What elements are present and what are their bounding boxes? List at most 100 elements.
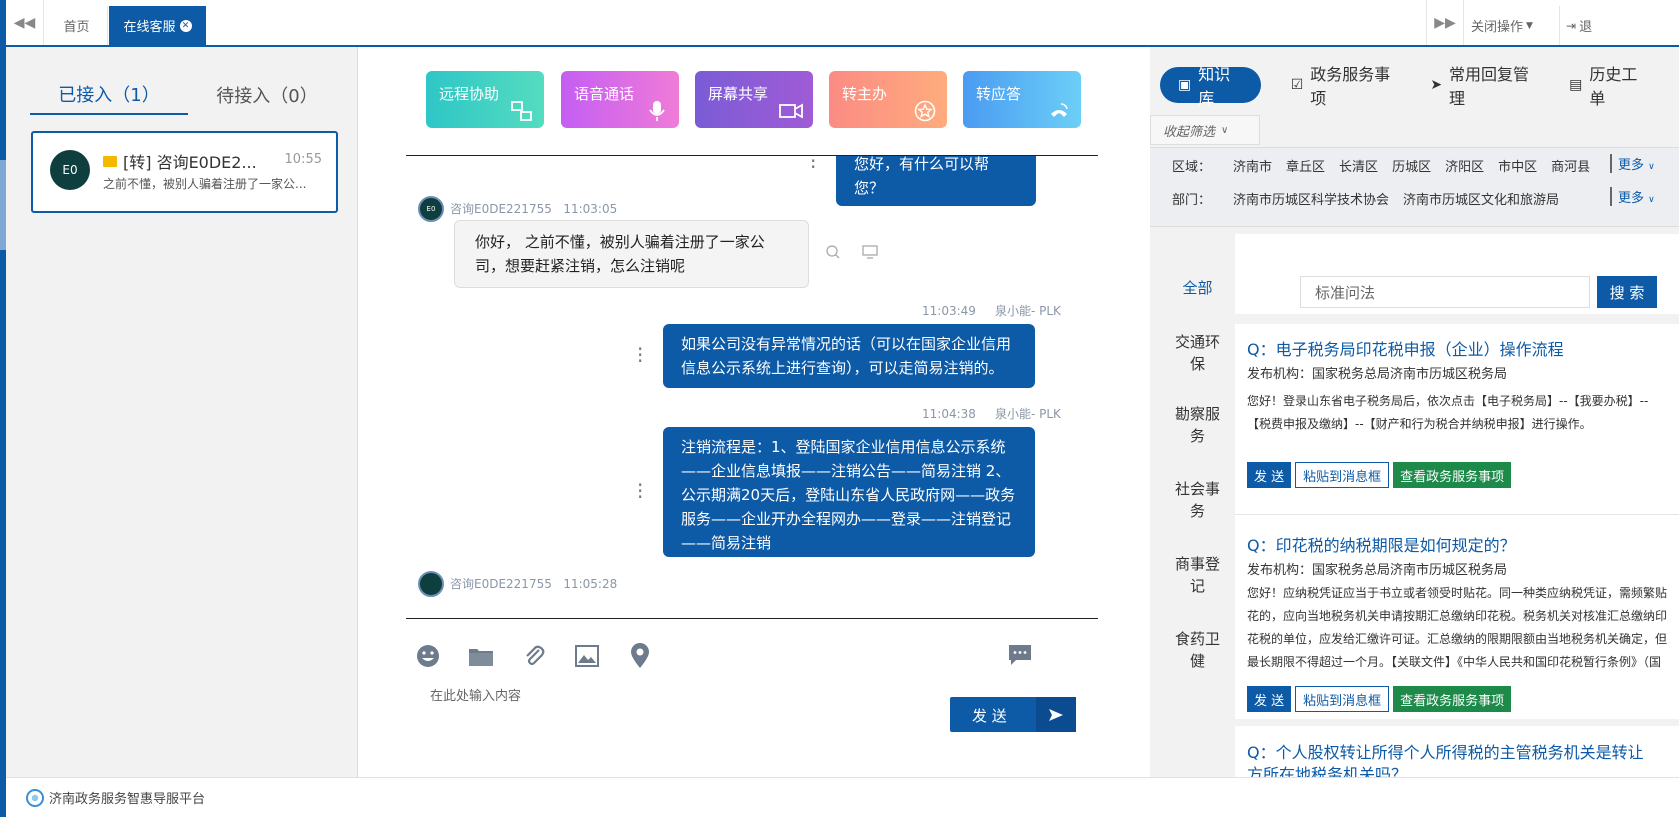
card-question[interactable]: Q：个人股权转让所得个人所得税的主管税务机关是转让方所在地税务机关吗？	[1247, 742, 1657, 777]
category-item[interactable]: 社会事务	[1160, 478, 1235, 522]
avatar: E0	[418, 196, 444, 222]
message-time: 11:03:05	[563, 202, 618, 216]
tab-online-service[interactable]: 在线客服 ✕	[109, 6, 206, 45]
send-arrow-icon	[1036, 697, 1076, 732]
dept-option[interactable]: 济南市历城区科学技术协会	[1233, 189, 1389, 208]
category-all[interactable]: 全部	[1160, 277, 1235, 299]
tab-knowledge-base-label: 知识库	[1198, 65, 1231, 108]
remote-assist-button[interactable]: 远程协助	[426, 71, 544, 128]
tab-connected[interactable]: 已接入（1）	[30, 75, 188, 115]
message-menu-icon[interactable]: · ·	[810, 156, 816, 177]
search-input[interactable]: 标准问法	[1300, 276, 1590, 308]
exit-label: 退	[1579, 20, 1593, 35]
send-button[interactable]: 发 送	[950, 697, 1076, 732]
paste-to-input-button[interactable]: 粘贴到消息框	[1295, 462, 1390, 488]
knowledge-results[interactable]: Q：电子税务局印花税申报（企业）操作流程 发布机构：国家税务总局济南市历城区税务…	[1235, 314, 1679, 777]
tab-service-items[interactable]: ☑ 政务服务事项	[1291, 65, 1401, 108]
phone-transfer-icon	[1047, 100, 1071, 122]
transfer-answer-button[interactable]: 转应答	[963, 71, 1081, 128]
close-ops-label: 关闭操作	[1471, 20, 1524, 35]
message-time: 11:03:49	[922, 304, 976, 318]
collapse-filter-button[interactable]: 收起筛选 ∨	[1150, 115, 1260, 145]
view-service-item-button[interactable]: 查看政务服务事项	[1393, 462, 1512, 488]
search-button[interactable]: 搜 索	[1597, 276, 1657, 308]
platform-logo-icon	[26, 788, 44, 807]
remote-assist-label: 远程协助	[439, 85, 500, 103]
message-sender: 11:03:49 泉小能- PLK	[922, 302, 1061, 319]
message-input-placeholder: 在此处输入内容	[430, 689, 522, 704]
region-option[interactable]: 济阳区	[1445, 156, 1484, 175]
image-icon[interactable]	[573, 642, 601, 670]
tab-close-icon[interactable]: ✕	[179, 19, 192, 32]
view-service-item-button[interactable]: 查看政务服务事项	[1393, 686, 1512, 712]
video-camera-icon	[779, 100, 803, 122]
card-send-label: 发 送	[1254, 693, 1285, 709]
microphone-icon	[645, 100, 669, 122]
category-item[interactable]: 勘察服务	[1160, 403, 1235, 447]
folder-icon[interactable]	[467, 642, 495, 670]
message-time: 11:04:38	[922, 407, 976, 421]
card-send-button[interactable]: 发 送	[1247, 686, 1292, 712]
region-option[interactable]: 市中区	[1498, 156, 1537, 175]
dept-more-label: 更多	[1618, 191, 1645, 206]
message-list[interactable]: · · 您好，有什么可以帮您？ E0 咨询E0DE221755 11:03:05 …	[406, 155, 1098, 619]
exit-button[interactable]: ⇥ 退	[1559, 6, 1592, 45]
chat-panel: 远程协助 语音通话 屏幕共享 转主办 转应答 · · 您好，有什么可以帮您？ E0…	[358, 47, 1150, 777]
message-input[interactable]: 在此处输入内容	[430, 685, 521, 704]
monitor-icon[interactable]	[862, 244, 878, 263]
message-bubble-agent: 如果公司没有异常情况的话（可以在国家企业信用信息公示系统上进行查询），可以走简易…	[663, 324, 1035, 388]
attachment-icon[interactable]	[520, 642, 548, 670]
tab-common-replies-label: 常用回复管理	[1449, 65, 1530, 108]
tab-home[interactable]: 首页	[46, 6, 108, 45]
card-send-button[interactable]: 发 送	[1247, 462, 1292, 488]
search-input-placeholder: 标准问法	[1315, 284, 1376, 302]
message-bubble-agent: 注销流程是：1、登陆国家企业信用信息公示系统——企业信息填报——注销公告——简易…	[663, 427, 1035, 557]
tab-history-orders[interactable]: ▤ 历史工单	[1569, 65, 1649, 108]
tab-waiting[interactable]: 待接入（0）	[188, 75, 346, 115]
message-sender: 咨询E0DE221755 11:05:28	[450, 575, 617, 592]
tab-home-label: 首页	[63, 20, 90, 35]
category-item[interactable]: 商事登记	[1160, 553, 1235, 597]
tab-scroll-left-icon[interactable]: ◀◀	[6, 0, 44, 45]
card-question[interactable]: Q：电子税务局印花税申报（企业）操作流程	[1247, 336, 1667, 360]
message-time: 11:05:28	[563, 577, 618, 591]
voice-call-button[interactable]: 语音通话	[561, 71, 679, 128]
tab-common-replies[interactable]: ➤ 常用回复管理	[1430, 65, 1539, 108]
region-option[interactable]: 章丘区	[1286, 156, 1325, 175]
card-question[interactable]: Q：印花税的纳税期限是如何规定的？	[1247, 532, 1667, 556]
search-icon[interactable]	[826, 244, 840, 263]
region-option[interactable]: 长清区	[1339, 156, 1378, 175]
card-answer: 您好！登录山东省电子税务局后，依次点击【电子税务局】--【我要办税】--【税费申…	[1247, 394, 1649, 431]
tab-scroll-right-icon[interactable]: ▶▶	[1426, 0, 1464, 45]
region-more-button[interactable]: 更多 ∨	[1610, 154, 1655, 173]
category-item[interactable]: 交通环保	[1160, 331, 1235, 375]
remote-assist-icon	[510, 100, 534, 122]
tab-service-items-label: 政务服务事项	[1310, 65, 1391, 108]
paste-to-input-button[interactable]: 粘贴到消息框	[1295, 686, 1390, 712]
quick-reply-icon[interactable]	[1008, 644, 1032, 670]
message-menu-icon[interactable]: · · ·	[637, 339, 643, 371]
category-item[interactable]: 食药卫健	[1160, 628, 1235, 672]
chevron-down-icon: ∨	[1648, 195, 1655, 205]
close-ops-dropdown[interactable]: 关闭操作 ▼	[1471, 6, 1533, 45]
transfer-host-button[interactable]: 转主办	[829, 71, 947, 128]
tab-knowledge-base[interactable]: ▣ 知识库	[1160, 65, 1261, 108]
card-publisher: 发布机构：国家税务总局济南市历城区税务局	[1247, 563, 1508, 578]
dept-option[interactable]: 济南市历城区文化和旅游局	[1403, 189, 1559, 208]
location-icon[interactable]	[626, 642, 654, 670]
dept-more-button[interactable]: 更多 ∨	[1610, 187, 1655, 206]
knowledge-panel: ▣ 知识库 ☑ 政务服务事项 ➤ 常用回复管理 ▤ 历史工单 收起筛选 ∨ 区域： 济南市…	[1150, 47, 1679, 777]
session-item[interactable]: E0 [转] 咨询E0DE2... 10:55 之前不懂，被别人骗着注册了一家公…	[31, 131, 338, 213]
region-option[interactable]: 商河县	[1551, 156, 1590, 175]
region-option[interactable]: 历城区	[1392, 156, 1431, 175]
avatar	[418, 571, 444, 597]
knowledge-card: Q：印花税的纳税期限是如何规定的？ 发布机构：国家税务总局济南市历城区税务局 您…	[1235, 514, 1679, 719]
message-menu-icon[interactable]: · · ·	[637, 475, 643, 507]
tab-bar: ◀◀ 首页 在线客服 ✕ ▶▶ 关闭操作 ▼ ⇥ 退	[6, 0, 1679, 47]
screen-share-button[interactable]: 屏幕共享	[695, 71, 813, 128]
chevron-down-icon: ∨	[1221, 124, 1229, 136]
platform-name: 济南政务服务智惠导服平台	[49, 792, 206, 807]
region-option[interactable]: 济南市	[1233, 156, 1272, 175]
emoji-icon[interactable]	[414, 642, 442, 670]
send-label: 发 送	[972, 707, 1007, 725]
